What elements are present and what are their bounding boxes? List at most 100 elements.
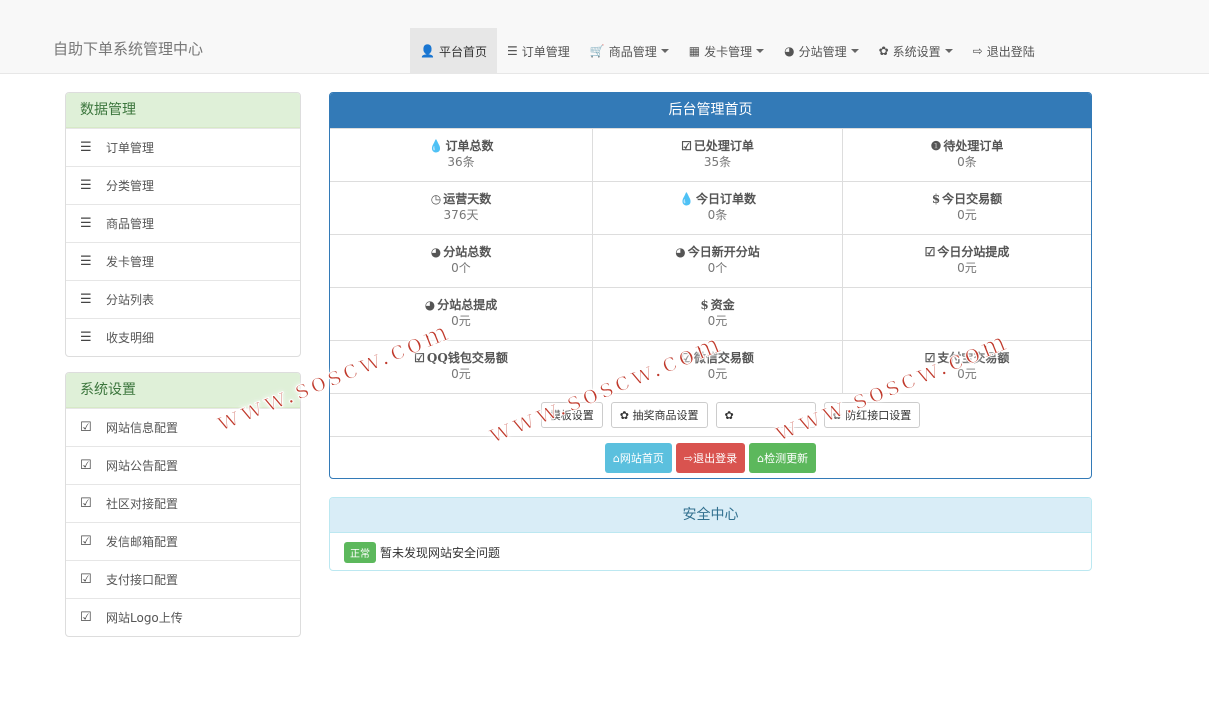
- logout-label: 退出登录: [693, 452, 738, 465]
- main-nav: 👤 平台首页 ☰ 订单管理 🛒 商品管理 ▦ 发卡管理 ◕ 分站管理 ✿ 系统设置 ⇨ 退出登…: [410, 28, 1045, 74]
- nav-substations[interactable]: ◕ 分站管理: [774, 28, 869, 74]
- stat-value: 376天: [443, 208, 479, 222]
- drop-icon: 💧: [679, 192, 694, 206]
- stat-label: ☑ 微信交易额: [593, 350, 842, 366]
- obscured-settings-button[interactable]: ✿: [715, 402, 816, 428]
- antired-settings-button[interactable]: ✿ 防红接口设置: [823, 402, 921, 428]
- stat-value: 0元: [707, 314, 728, 328]
- logout-button[interactable]: ⇨ 退出登录: [675, 443, 746, 473]
- check-update-button[interactable]: ⌂ 检测更新: [749, 443, 817, 473]
- sidebar-item-finance[interactable]: ☰ 收支明细: [66, 318, 300, 356]
- sidebar-item-logo[interactable]: ☑ 网站Logo上传: [66, 598, 300, 636]
- lottery-settings-label: 抽奖商品设置: [632, 409, 699, 422]
- stat-label-text: 今日新开分站: [687, 245, 760, 259]
- edit-icon: ☑: [80, 572, 92, 587]
- nav-logout[interactable]: ⇨ 退出登陆: [963, 28, 1045, 74]
- user-icon: 👤: [420, 44, 435, 58]
- nav-products[interactable]: 🛒 商品管理: [580, 28, 679, 74]
- list-icon: ☰: [80, 254, 92, 269]
- edit-icon: ☑: [80, 420, 92, 435]
- template-settings-button[interactable]: 模板设置: [540, 402, 603, 428]
- globe-icon: ◕: [784, 44, 795, 58]
- security-center-panel: 安全中心 正常 暂未发现网站安全问题: [329, 497, 1092, 571]
- nav-cards[interactable]: ▦ 发卡管理: [679, 28, 774, 74]
- sidebar-item-label: 收支明细: [106, 331, 155, 345]
- sidebar-item-label: 发信邮箱配置: [106, 535, 179, 549]
- nav-label: 平台首页: [438, 44, 487, 59]
- sidebar-item-products[interactable]: ☰ 商品管理: [66, 204, 300, 242]
- brand-title[interactable]: 自助下单系统管理中心: [53, 38, 203, 60]
- nav-label: 退出登陆: [986, 44, 1035, 59]
- site-home-button[interactable]: ⌂ 网站首页: [604, 443, 672, 473]
- globe-icon: ◕: [430, 245, 442, 259]
- stat-label: ◕ 今日新开分站: [593, 244, 842, 260]
- antired-settings-label: 防红接口设置: [845, 409, 912, 422]
- check-icon: ☑: [681, 139, 692, 153]
- sidebar-item-label: 订单管理: [106, 141, 155, 155]
- edit-icon: ☑: [80, 458, 92, 473]
- sidebar-item-cards[interactable]: ☰ 发卡管理: [66, 242, 300, 280]
- action-button-row: ⌂ 网站首页 ⇨ 退出登录 ⌂ 检测更新: [330, 436, 1091, 478]
- stat-label: $ 资金: [593, 297, 842, 313]
- list-icon: ☰: [80, 330, 92, 345]
- sidebar-item-categories[interactable]: ☰ 分类管理: [66, 166, 300, 204]
- sidebar-item-label: 网站信息配置: [106, 421, 179, 435]
- top-navbar: 自助下单系统管理中心 👤 平台首页 ☰ 订单管理 🛒 商品管理 ▦ 发卡管理 ◕ 分站管理…: [0, 0, 1209, 74]
- drop-icon: 💧: [428, 139, 444, 153]
- nav-label: 商品管理: [608, 44, 657, 59]
- stat-label: ☑ QQ钱包交易额: [330, 350, 592, 366]
- check-icon: ☑: [414, 351, 425, 365]
- nav-orders[interactable]: ☰ 订单管理: [497, 28, 580, 74]
- globe-icon: ◕: [675, 245, 686, 259]
- sidebar-item-site-info[interactable]: ☑ 网站信息配置: [66, 408, 300, 446]
- stats-grid: 💧 订单总数 36条 ☑ 已处理订单 35条 ❶ 待处理订单 0条 ◷ 运营天数 376天 💧 今日订单数…: [330, 128, 1091, 393]
- list-icon: ☰: [80, 140, 92, 155]
- sidebar-item-label: 支付接口配置: [106, 573, 179, 587]
- sidebar-item-payment[interactable]: ☑ 支付接口配置: [66, 560, 300, 598]
- stat-label-text: 今日交易额: [942, 192, 1003, 206]
- sidebar-item-label: 分类管理: [106, 179, 155, 193]
- sidebar-item-mail[interactable]: ☑ 发信邮箱配置: [66, 522, 300, 560]
- stat-cell: ☑ 今日分站提成 0元: [842, 234, 1091, 287]
- nav-label: 系统设置: [892, 44, 941, 59]
- stat-cell: ☑ 已处理订单 35条: [592, 128, 842, 181]
- alert-icon: ❶: [930, 139, 942, 153]
- stat-value: 0元: [451, 367, 471, 381]
- logout-icon: ⇨: [683, 451, 694, 465]
- check-icon: ☑: [924, 245, 936, 259]
- sidebar-item-community[interactable]: ☑ 社区对接配置: [66, 484, 300, 522]
- sidebar-item-label: 社区对接配置: [106, 497, 179, 511]
- home-icon: ⌂: [757, 451, 765, 465]
- list-icon: ☰: [80, 216, 92, 231]
- panel-title: 后台管理首页: [330, 93, 1091, 128]
- sidebar-item-substations[interactable]: ☰ 分站列表: [66, 280, 300, 318]
- sidebar-item-announcement[interactable]: ☑ 网站公告配置: [66, 446, 300, 484]
- status-badge: 正常: [344, 541, 376, 563]
- stat-label-text: QQ钱包交易额: [426, 351, 508, 365]
- sidebar-item-orders[interactable]: ☰ 订单管理: [66, 128, 300, 166]
- caret-down-icon: [660, 49, 669, 53]
- sidebar-item-label: 发卡管理: [106, 255, 155, 269]
- gear-icon: ✿: [878, 44, 889, 58]
- logout-icon: ⇨: [972, 44, 983, 58]
- stat-cell: $ 资金 0元: [592, 287, 842, 340]
- nav-label: 订单管理: [521, 44, 570, 59]
- stat-value: 0元: [957, 208, 977, 222]
- stat-value: 36条: [447, 155, 475, 169]
- stat-cell: ◕ 今日新开分站 0个: [592, 234, 842, 287]
- lottery-settings-button[interactable]: ✿ 抽奖商品设置: [610, 402, 708, 428]
- list-icon: ☰: [80, 292, 92, 307]
- list-icon: ☰: [80, 178, 92, 193]
- stat-value: 0条: [707, 208, 728, 222]
- nav-settings[interactable]: ✿ 系统设置: [869, 28, 963, 74]
- stat-cell: [842, 287, 1091, 340]
- admin-home-panel: 后台管理首页 💧 订单总数 36条 ☑ 已处理订单 35条 ❶ 待处理订单 0条 ◷ 运营天数 376…: [329, 92, 1092, 479]
- nav-home[interactable]: 👤 平台首页: [410, 28, 497, 74]
- sidebar-settings-title: 系统设置: [66, 373, 300, 408]
- stat-label: [843, 297, 1091, 313]
- caret-down-icon: [756, 49, 765, 53]
- stat-label: ◕ 分站总提成: [330, 297, 592, 313]
- stat-value: 0条: [957, 155, 977, 169]
- security-body: 正常 暂未发现网站安全问题: [330, 533, 1091, 570]
- stat-label-text: 微信交易额: [693, 351, 754, 365]
